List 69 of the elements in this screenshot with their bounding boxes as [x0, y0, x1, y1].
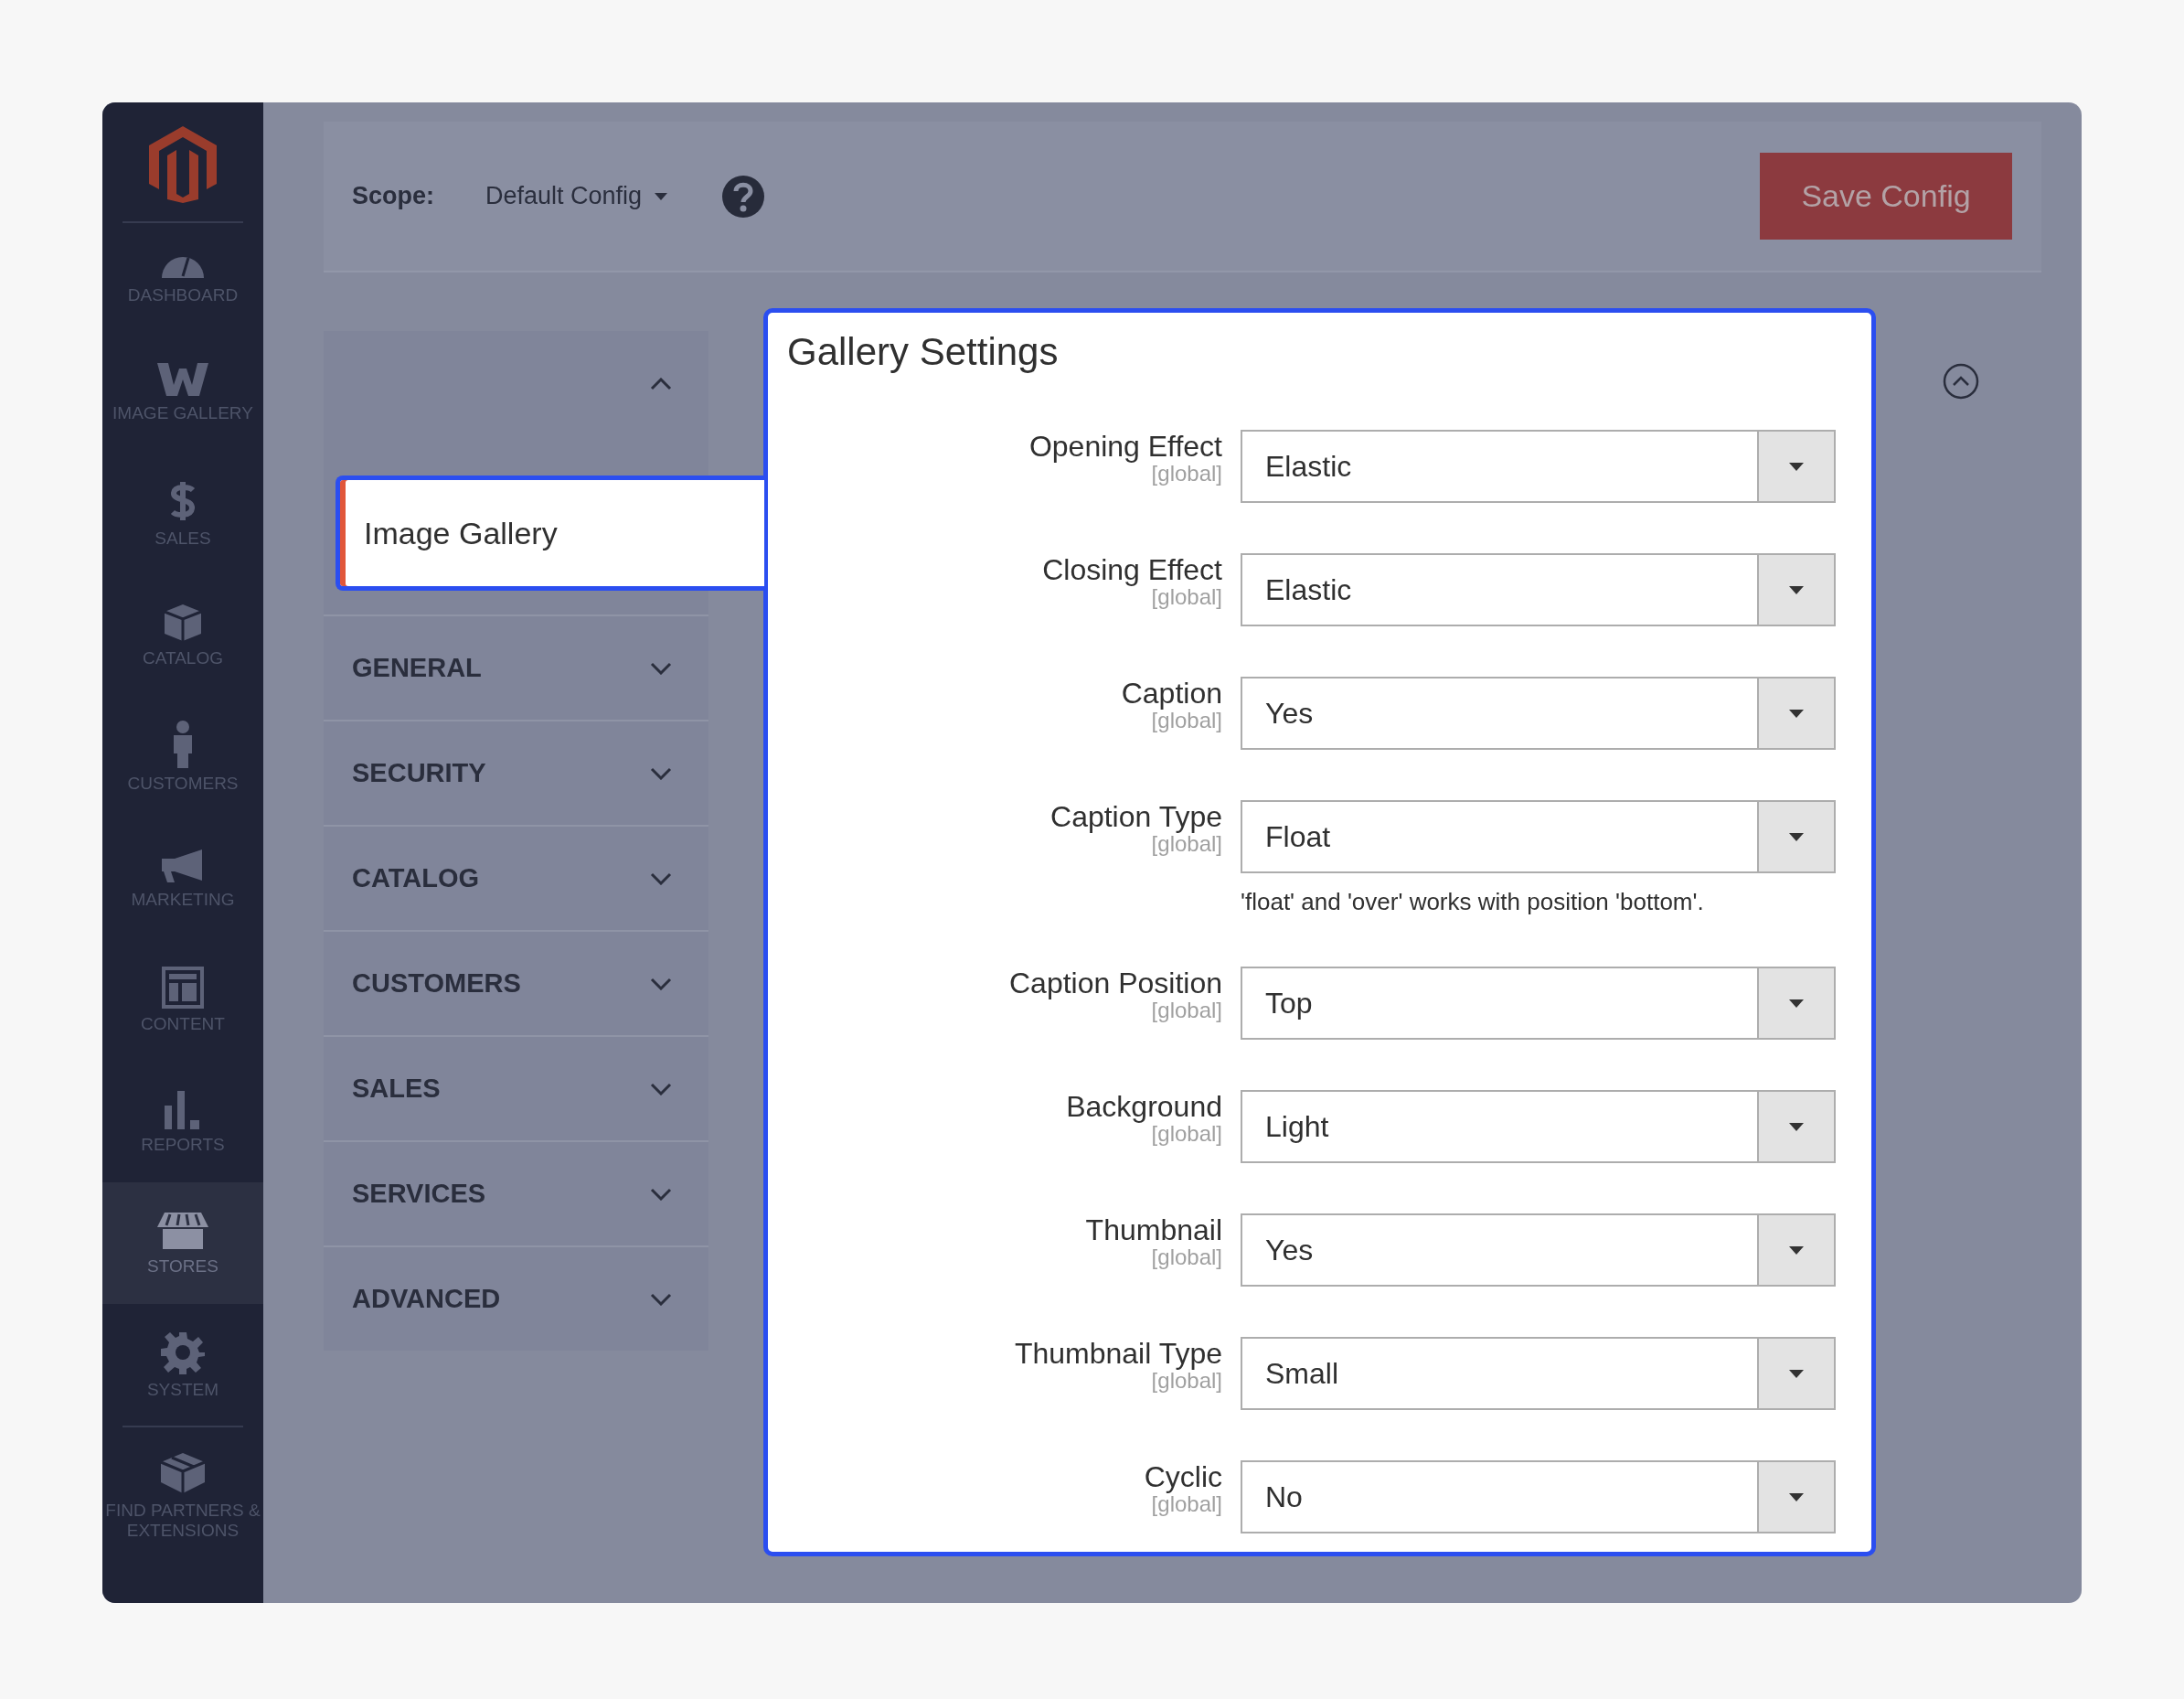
letter-w-icon	[157, 360, 208, 398]
scope-label: Scope:	[352, 182, 435, 210]
caret-icon	[1789, 1492, 1804, 1501]
logo-icon[interactable]	[149, 126, 217, 203]
scope-note: [global]	[1150, 1370, 1222, 1393]
chevron-icon	[650, 377, 672, 390]
field-label: Background	[1065, 1090, 1222, 1124]
storefront-icon	[157, 1210, 208, 1251]
chevron-icon	[650, 871, 672, 885]
scope-note: [global]	[1150, 833, 1222, 856]
save-config-button[interactable]: Save Config	[1760, 153, 2012, 240]
caret-icon	[1789, 832, 1804, 841]
field-label: Cyclic	[1143, 1460, 1222, 1494]
nav-section[interactable]: CATALOG	[324, 825, 708, 930]
caret-icon	[1789, 1245, 1804, 1255]
field-label: Closing Effect	[1041, 553, 1222, 587]
scope-dropdown[interactable]: Default Config	[485, 182, 668, 210]
nav-section[interactable]: ADVANCED	[324, 1245, 708, 1351]
select-field[interactable]: Float	[1241, 800, 1836, 874]
select-field[interactable]: Elastic	[1241, 430, 1836, 504]
layout-icon	[162, 966, 204, 1009]
scope-note: [global]	[1150, 586, 1222, 609]
select-field[interactable]: Elastic	[1241, 553, 1836, 627]
scope-note: [global]	[1150, 463, 1222, 486]
scope-note: [global]	[1150, 999, 1222, 1022]
sidebar-item[interactable]: STORES	[102, 1182, 263, 1304]
chevron-icon	[650, 1292, 672, 1306]
field-label: Thumbnail	[1084, 1213, 1222, 1247]
caret-icon	[1789, 999, 1804, 1008]
select-field[interactable]: Yes	[1241, 1213, 1836, 1288]
chevron-icon	[650, 1082, 672, 1095]
nav-section[interactable]: SECURITY	[324, 720, 708, 825]
chevron-icon	[650, 977, 672, 990]
scope-note: [global]	[1151, 1493, 1222, 1516]
caret-icon	[1789, 1122, 1804, 1131]
collapse-icon[interactable]	[1943, 363, 1979, 400]
caret-icon	[1789, 1369, 1804, 1378]
person-icon	[172, 720, 194, 768]
field-label: Thumbnail Type	[1013, 1337, 1222, 1371]
caret-icon	[1789, 585, 1804, 594]
nav-section[interactable]: SALES	[324, 1035, 708, 1140]
chevron-icon	[650, 766, 672, 780]
scope-note: [global]	[1151, 1123, 1222, 1146]
field-label: Caption Position	[1007, 967, 1222, 1000]
box-icon	[163, 602, 203, 643]
settings-icon	[161, 1330, 205, 1374]
select-field[interactable]: Light	[1241, 1090, 1836, 1164]
nav-section[interactable]: GENERAL	[324, 614, 708, 720]
nav-section[interactable]: CUSTOMERS	[324, 930, 708, 1035]
scope-note: [global]	[1150, 1246, 1222, 1269]
field-label: Caption Type	[1049, 800, 1222, 834]
select-field[interactable]: Top	[1241, 967, 1836, 1041]
help-icon[interactable]	[722, 175, 765, 218]
caret-icon	[1789, 709, 1804, 718]
scope-note: [global]	[1151, 710, 1222, 732]
select-field[interactable]: Yes	[1241, 677, 1836, 751]
select-field[interactable]: Small	[1241, 1337, 1836, 1411]
select-field[interactable]: No	[1241, 1460, 1836, 1534]
nav-tab[interactable]: Image Gallery	[336, 476, 764, 591]
caret-icon	[655, 192, 668, 200]
field-hint: 'float' and 'over' works with position 'bottom'.	[1241, 888, 1705, 917]
field-label: Opening Effect	[1028, 430, 1222, 464]
field-label: Caption	[1120, 677, 1222, 711]
panel-title: Gallery Settings	[787, 329, 1060, 375]
chevron-icon	[650, 1187, 672, 1201]
nav-section[interactable]: SERVICES	[324, 1140, 708, 1245]
caret-icon	[1789, 462, 1804, 471]
chevron-icon	[650, 661, 672, 675]
cube-icon	[159, 1451, 207, 1496]
